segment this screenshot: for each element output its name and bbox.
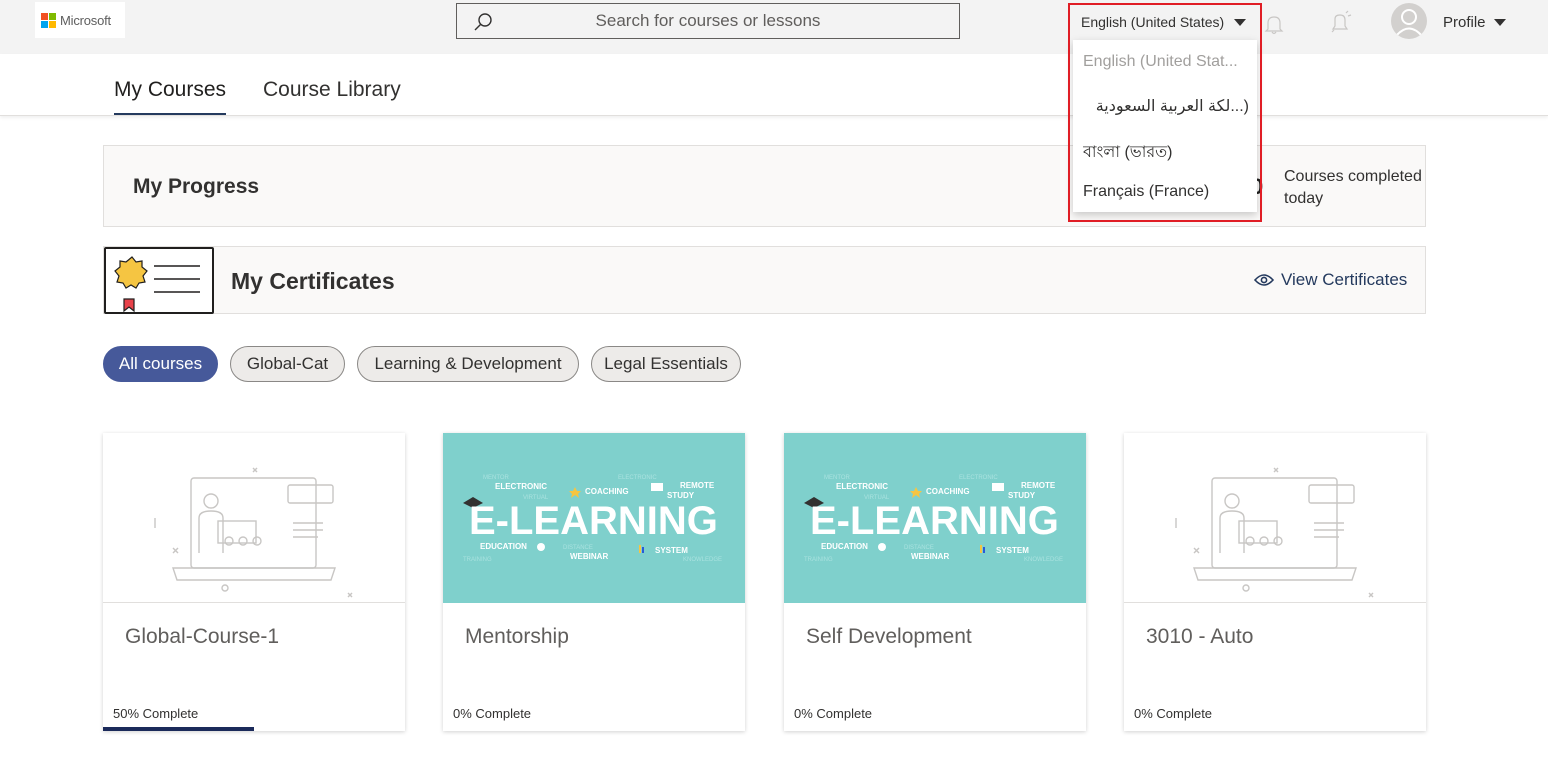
microsoft-logo[interactable]: Microsoft [35, 2, 125, 38]
svg-text:DISTANCE: DISTANCE [904, 545, 934, 551]
chevron-down-icon [1234, 19, 1246, 26]
banner-headline: E-LEARNING [469, 499, 718, 543]
language-option-french[interactable]: Français (France) [1083, 183, 1249, 201]
language-selector[interactable]: English (United States) [1070, 5, 1260, 39]
certificates-panel: My Certificates View Certificates [103, 246, 1426, 314]
svg-text:MENTOR: MENTOR [483, 475, 510, 481]
banner-word-remote: REMOTE [680, 481, 715, 490]
banner-word-system: SYSTEM [655, 546, 688, 555]
filter-chip-learning-development[interactable]: Learning & Development [357, 346, 579, 382]
course-title: Global-Course-1 [125, 625, 280, 648]
course-card-3010-auto[interactable]: 3010 - Auto 0% Complete [1124, 433, 1426, 731]
top-bar: Microsoft Search for courses or lessons … [0, 0, 1548, 54]
progress-label: Courses completed today [1284, 168, 1422, 207]
course-title: Mentorship [465, 625, 569, 648]
course-placeholder-image [1124, 433, 1426, 603]
banner-word-education: EDUCATION [480, 542, 527, 551]
svg-text:KNOWLEDGE: KNOWLEDGE [683, 557, 722, 563]
search-input[interactable]: Search for courses or lessons [456, 3, 960, 39]
eye-icon [1254, 274, 1274, 286]
svg-text:TRAINING: TRAINING [804, 557, 833, 563]
language-option-english: English (United Stat... [1083, 53, 1238, 70]
course-card-mentorship[interactable]: ELECTRONIC COACHING REMOTE STUDY EDUCATI… [443, 433, 745, 731]
tab-bar: My Courses Course Library [0, 54, 1548, 116]
banner-word-webinar: WEBINAR [570, 552, 608, 561]
course-progress-text: 0% Complete [453, 706, 532, 721]
svg-text:DISTANCE: DISTANCE [563, 545, 593, 551]
svg-text:MENTOR: MENTOR [824, 475, 851, 481]
svg-text:ELECTRONIC: ELECTRONIC [618, 475, 657, 481]
banner-word-remote: REMOTE [1021, 481, 1056, 490]
svg-text:TRAINING: TRAINING [463, 557, 492, 563]
course-title: 3010 - Auto [1146, 625, 1254, 648]
filter-chip-all-courses[interactable]: All courses [103, 346, 218, 382]
view-certificates-label: View Certificates [1281, 270, 1408, 289]
e-learning-banner-image: ELECTRONIC COACHING REMOTE STUDY EDUCATI… [784, 433, 1086, 603]
microsoft-logo-icon [41, 12, 56, 28]
banner-word-coaching: COACHING [926, 487, 970, 496]
course-progress-bar [103, 727, 254, 731]
avatar[interactable] [1391, 3, 1427, 39]
celebrate-icon[interactable] [1327, 10, 1353, 36]
filter-chip-legal-essentials[interactable]: Legal Essentials [591, 346, 741, 382]
language-selected: English (United States) [1081, 14, 1225, 30]
course-card-self-development[interactable]: ELECTRONIC COACHING REMOTE STUDY EDUCATI… [784, 433, 1086, 731]
banner-word-webinar: WEBINAR [911, 552, 949, 561]
certificate-icon [104, 247, 214, 314]
language-option-arabic[interactable]: (...لكة العربية السعودية [1083, 96, 1249, 116]
progress-title: My Progress [133, 175, 260, 198]
notification-bell-icon[interactable] [1262, 12, 1286, 36]
search-placeholder: Search for courses or lessons [595, 11, 821, 30]
logo-text: Microsoft [60, 12, 111, 28]
banner-word-electronic: ELECTRONIC [836, 482, 888, 491]
profile-label[interactable]: Profile [1443, 14, 1486, 31]
banner-headline: E-LEARNING [810, 499, 1059, 543]
language-dropdown-menu: English (United Stat... (...لكة العربية … [1073, 40, 1257, 212]
view-certificates-link[interactable]: View Certificates [1254, 270, 1407, 290]
course-card-global-course-1[interactable]: Global-Course-1 50% Complete [103, 433, 405, 731]
profile-chevron-down-icon[interactable] [1494, 19, 1506, 26]
svg-text:ELECTRONIC: ELECTRONIC [959, 475, 998, 481]
e-learning-banner-image: ELECTRONIC COACHING REMOTE STUDY EDUCATI… [443, 433, 745, 603]
course-progress-text: 0% Complete [1134, 706, 1213, 721]
language-option-bengali[interactable]: বাংলা (ভারত) [1083, 139, 1249, 166]
filter-chip-global-cat[interactable]: Global-Cat [230, 346, 345, 382]
course-placeholder-image [103, 433, 405, 603]
banner-word-system: SYSTEM [996, 546, 1029, 555]
svg-text:KNOWLEDGE: KNOWLEDGE [1024, 557, 1063, 563]
course-progress-text: 0% Complete [794, 706, 873, 721]
tab-my-courses[interactable]: My Courses [114, 78, 227, 115]
banner-word-electronic: ELECTRONIC [495, 482, 547, 491]
course-title: Self Development [806, 625, 972, 648]
banner-word-education: EDUCATION [821, 542, 868, 551]
course-progress-text: 50% Complete [113, 706, 199, 721]
search-icon [474, 13, 492, 31]
certificates-title: My Certificates [231, 268, 395, 294]
tab-course-library[interactable]: Course Library [263, 78, 401, 102]
banner-word-coaching: COACHING [585, 487, 629, 496]
user-icon [1395, 9, 1423, 37]
